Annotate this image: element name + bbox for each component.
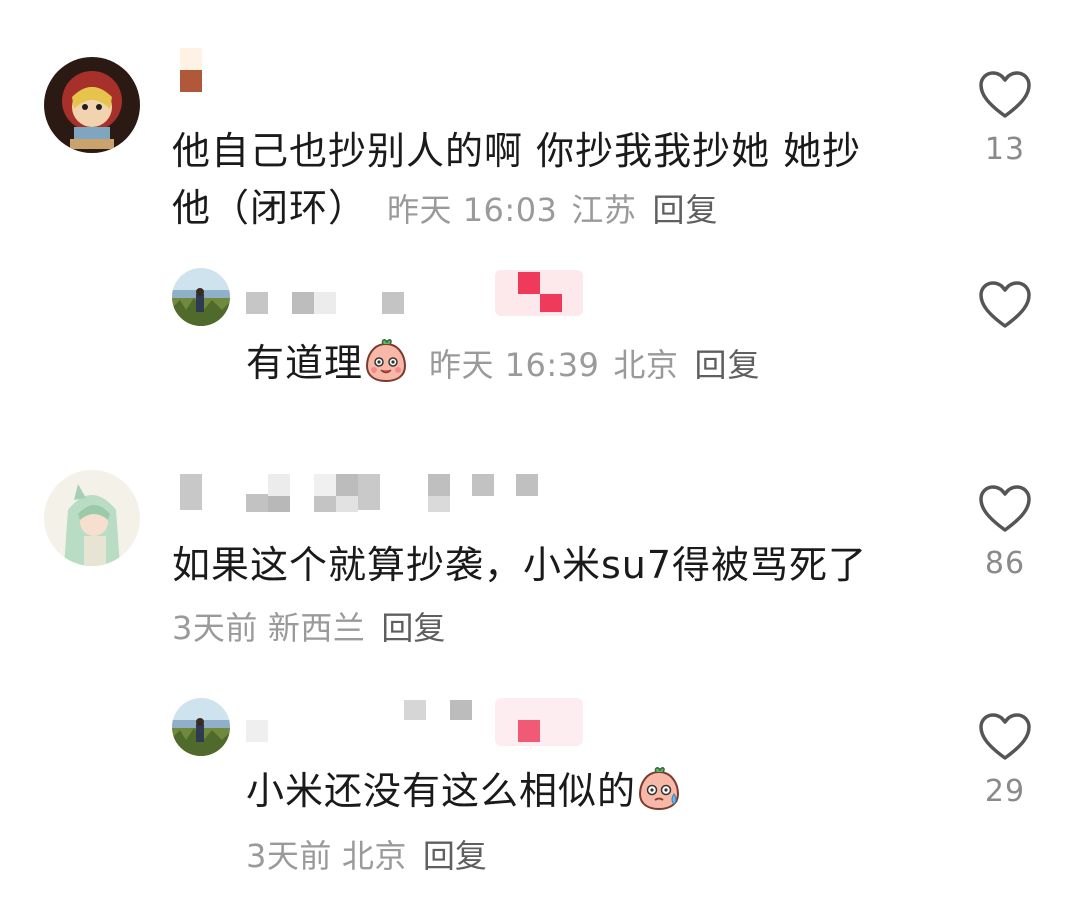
badge-mosaic [540,294,562,312]
reply-button[interactable]: 回复 [423,837,487,875]
comment-meta: 3天前 新西兰 回复 [172,606,445,650]
comment-text-line: 他（闭环） [172,186,368,230]
comment-text-line2: 他（闭环） 昨天 16:03 江苏 回复 [172,181,718,238]
badge-mosaic [518,272,540,294]
username-mosaic [336,474,358,496]
grassland-photo-avatar-icon [172,268,230,326]
reply-button[interactable]: 回复 [694,346,760,384]
comment-location: 新西兰 [267,609,366,647]
username-mosaic [314,292,336,314]
grassland-photo-avatar-icon [172,698,230,756]
like-button[interactable] [965,280,1045,330]
heart-icon [979,281,1031,328]
username-mosaic [450,700,472,720]
username-mosaic [382,292,404,314]
comment-location: 江苏 [571,191,637,229]
avatar[interactable] [44,57,140,153]
badge-mosaic [518,720,540,742]
username-mosaic [180,70,202,92]
reply-location: 北京 [341,837,407,875]
username-mosaic [292,292,314,314]
username-mosaic [336,496,358,512]
like-button[interactable]: 29 [965,712,1045,809]
username-mosaic [428,496,450,512]
username-mosaic [428,474,450,496]
username-mosaic [180,474,202,510]
reply-text-row: 小米还没有这么相似的 [246,764,682,819]
reply-text: 小米还没有这么相似的 [246,769,637,813]
like-count: 29 [984,774,1026,809]
reply-button[interactable]: 回复 [381,609,445,647]
avatar[interactable] [172,268,230,326]
heart-icon [979,71,1031,118]
username-mosaic [314,474,336,496]
comment-text-line: 如果这个就算抄袭，小米su7得被骂死了 [172,543,868,587]
username-mosaic [268,474,290,496]
like-button[interactable]: 13 [965,70,1045,167]
pink-blob-smile-emoji-icon [366,339,407,383]
reply-location: 北京 [613,346,679,384]
like-count: 13 [984,132,1026,167]
username-mosaic [314,496,336,512]
username-mosaic [472,474,494,496]
reply-text-row: 有道理 昨天 16:39 北京 回复 [246,336,760,393]
comment-time: 3天前 [172,609,258,647]
username-mosaic [404,700,426,720]
avatar[interactable] [44,470,140,566]
reply-time: 3天前 [246,837,332,875]
comment-text: 他自己也抄别人的啊 你抄我我抄她 她抄 [172,124,861,179]
username-mosaic [358,474,380,510]
username-mosaic [246,292,268,314]
pink-blob-sweat-emoji-icon [639,767,680,811]
reply-button[interactable]: 回复 [652,191,718,229]
comment-text: 如果这个就算抄袭，小米su7得被骂死了 [172,538,867,593]
reply-text: 有道理 [246,341,364,385]
heart-icon [979,485,1031,532]
username-mosaic [246,494,268,512]
username-mosaic [180,48,202,70]
username-mosaic [516,474,538,496]
heart-icon [979,713,1031,760]
comment-time: 昨天 16:03 [387,191,558,229]
reply-time: 昨天 16:39 [429,346,600,384]
cartoon-girl-avatar-icon [44,57,140,153]
comment-text-line: 他自己也抄别人的啊 你抄我我抄她 她抄 [172,129,862,173]
like-count: 86 [984,546,1026,581]
avatar[interactable] [172,698,230,756]
username-mosaic [246,720,268,742]
username-mosaic [268,496,290,512]
reply-meta: 3天前 北京 回复 [246,834,487,878]
anime-green-hair-avatar-icon [44,470,140,566]
like-button[interactable]: 86 [965,484,1045,581]
